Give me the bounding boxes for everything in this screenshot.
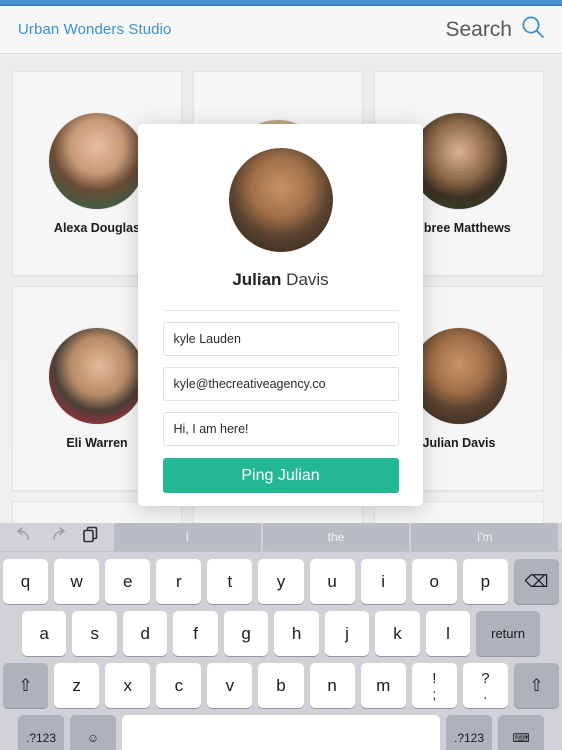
keyboard-row-1: q w e r t y u i o p ⌫ (0, 559, 562, 604)
key-exclam-semicolon[interactable]: !; (411, 663, 457, 708)
key-y[interactable]: y (258, 559, 304, 604)
modal-divider (162, 310, 399, 311)
key-m[interactable]: m (360, 663, 406, 708)
search-label: Search (445, 17, 512, 41)
key-e[interactable]: e (105, 559, 151, 604)
period-glyph: . (483, 685, 488, 702)
sender-name-field[interactable]: kyle Lauden (162, 322, 399, 356)
onscreen-keyboard: Ithe I'm q w e r t y u i o p ⌫ a s d f g h j k l return ⇧ z x c… (0, 523, 562, 750)
search-icon[interactable] (520, 14, 546, 45)
numeric-key-right[interactable]: .?123 (446, 715, 492, 750)
message-field[interactable]: Hi, I am here! (162, 412, 399, 446)
key-h[interactable]: h (274, 611, 319, 656)
avatar (49, 112, 145, 209)
key-s[interactable]: s (72, 611, 117, 656)
key-g[interactable]: g (223, 611, 269, 656)
semicolon-glyph: ; (432, 685, 437, 702)
hide-keyboard-key[interactable]: ⌨ (498, 715, 544, 750)
contact-card-name: Julian Davis (422, 435, 496, 450)
prediction-words: Ithe I'm (114, 523, 559, 551)
shift-key-right[interactable]: ⇧ (513, 663, 560, 708)
contact-last-name: Davis (286, 270, 329, 289)
key-question-period[interactable]: ?. (462, 663, 508, 708)
avatar (411, 112, 507, 209)
numeric-key-left[interactable]: .?123 (18, 715, 64, 750)
keyboard-row-4: .?123 ☺ .?123 ⌨ (0, 715, 562, 750)
keyboard-row-3: ⇧ z x c v b n m!;?. ⇧ (0, 663, 562, 708)
contact-card-name: Alexa Douglas (53, 220, 141, 235)
key-x[interactable]: x (105, 663, 151, 708)
prediction-word[interactable]: I (114, 523, 261, 551)
key-b[interactable]: b (258, 663, 304, 708)
prediction-tools (4, 526, 114, 549)
key-t[interactable]: t (207, 559, 253, 604)
app-title: Urban Wonders Studio (18, 21, 172, 38)
prediction-word[interactable]: I'm (411, 523, 559, 551)
modal-avatar (228, 148, 333, 252)
app-header: Urban Wonders Studio Search (0, 6, 562, 54)
contact-card-name: Eli Warren (66, 435, 128, 450)
keyboard-row-2: a s d f g h j k l return (0, 611, 562, 656)
exclam-glyph: ! (432, 669, 437, 687)
modal-contact-name: Julian Davis (232, 270, 328, 290)
status-bar (0, 0, 562, 6)
key-v[interactable]: v (207, 663, 253, 708)
avatar (49, 327, 145, 424)
redo-icon[interactable] (48, 526, 68, 548)
app-root: Urban Wonders Studio Search Alexa Dougla… (0, 0, 562, 750)
space-key[interactable] (122, 715, 440, 750)
sender-email-field[interactable]: kyle@thecreativeagency.co (162, 367, 399, 401)
prediction-bar: Ithe I'm (0, 523, 562, 552)
key-q[interactable]: q (2, 559, 49, 604)
emoji-key[interactable]: ☺ (70, 715, 116, 750)
key-f[interactable]: f (173, 611, 218, 656)
key-w[interactable]: w (54, 559, 100, 604)
key-k[interactable]: k (375, 611, 420, 656)
backspace-key[interactable]: ⌫ (513, 559, 560, 604)
paste-icon[interactable] (82, 526, 100, 549)
key-l[interactable]: l (425, 611, 471, 656)
question-glyph: ? (481, 669, 490, 687)
contact-first-name: Julian (232, 270, 282, 289)
key-p[interactable]: p (462, 559, 508, 604)
prediction-word[interactable]: the (262, 523, 410, 551)
key-r[interactable]: r (156, 559, 202, 604)
key-i[interactable]: i (360, 559, 406, 604)
shift-key-left[interactable]: ⇧ (2, 663, 49, 708)
avatar (411, 327, 507, 424)
key-z[interactable]: z (54, 663, 100, 708)
return-key[interactable]: return (476, 611, 541, 656)
undo-icon[interactable] (14, 526, 34, 548)
key-o[interactable]: o (411, 559, 457, 604)
search-button[interactable]: Search (445, 14, 546, 45)
key-u[interactable]: u (309, 559, 355, 604)
key-d[interactable]: d (122, 611, 168, 656)
key-a[interactable]: a (22, 611, 67, 656)
key-n[interactable]: n (309, 663, 355, 708)
ping-submit-button[interactable]: Ping Julian (162, 458, 399, 493)
key-c[interactable]: c (156, 663, 202, 708)
key-j[interactable]: j (324, 611, 370, 656)
contact-modal: Julian Davis kyle Lauden kyle@thecreativ… (138, 124, 423, 506)
